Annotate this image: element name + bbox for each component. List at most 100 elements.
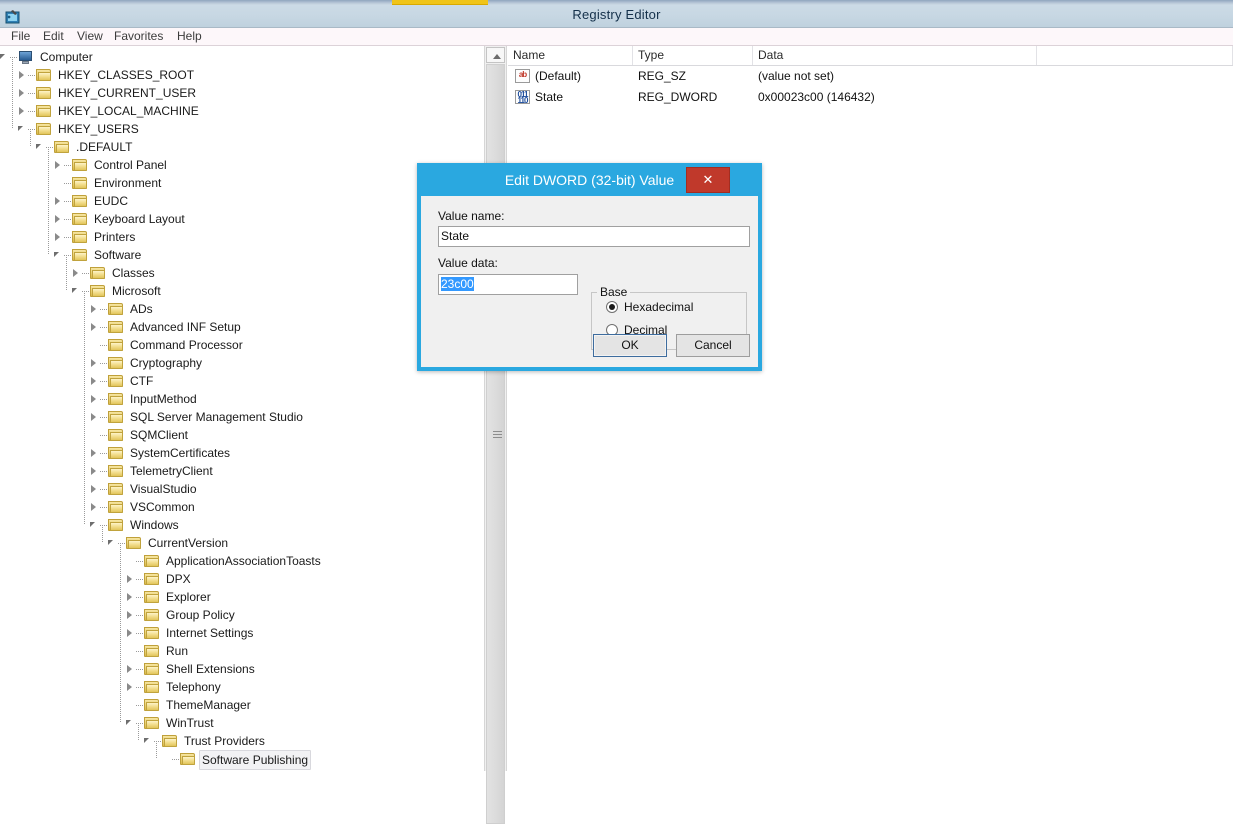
tree-connector — [100, 345, 107, 346]
chevron-right-icon[interactable] — [126, 570, 135, 588]
chevron-down-icon[interactable] — [18, 120, 27, 138]
cell-name: State — [535, 90, 564, 104]
menu-item-help[interactable]: Help — [172, 29, 207, 44]
tree-connector — [64, 183, 71, 184]
tree-vertical-scrollbar[interactable] — [484, 46, 507, 824]
column-header-blank[interactable] — [1037, 46, 1233, 65]
value-name-field[interactable]: State — [438, 226, 750, 247]
tree-item-label: EUDC — [94, 194, 129, 208]
chevron-right-icon[interactable] — [90, 444, 99, 462]
folder-icon — [108, 501, 123, 514]
chevron-right-icon[interactable] — [54, 228, 63, 246]
tree-item-label: Telephony — [166, 680, 221, 694]
tree-connector — [136, 669, 143, 670]
chevron-right-icon[interactable] — [90, 354, 99, 372]
value-name-label: Value name: — [438, 209, 505, 223]
menu-item-edit[interactable]: Edit — [38, 29, 69, 44]
menu-item-file[interactable]: File — [6, 29, 35, 44]
tree-item-label: DPX — [166, 572, 191, 586]
tree-item-label: SystemCertificates — [130, 446, 231, 460]
chevron-down-icon[interactable] — [36, 138, 45, 156]
chevron-down-icon[interactable] — [144, 732, 153, 750]
tree-item-label: CTF — [130, 374, 154, 388]
tree-guide-line — [120, 543, 121, 723]
tree-connector — [136, 687, 143, 688]
chevron-right-icon[interactable] — [18, 84, 27, 102]
chevron-down-icon[interactable] — [90, 516, 99, 534]
folder-icon — [72, 249, 87, 262]
folder-icon — [144, 699, 159, 712]
folder-icon — [72, 231, 87, 244]
chevron-right-icon[interactable] — [126, 624, 135, 642]
chevron-down-icon[interactable] — [0, 48, 9, 66]
value-data-field[interactable]: 23c00 — [438, 274, 578, 295]
chevron-right-icon[interactable] — [126, 588, 135, 606]
tree-connector — [136, 633, 143, 634]
table-row[interactable]: 011 110 State REG_DWORD 0x00023c00 (146432) — [508, 88, 1233, 107]
tree-connector — [136, 651, 143, 652]
tree-item-label: HKEY_USERS — [58, 122, 139, 136]
tree-connector — [28, 111, 35, 112]
window-title: Registry Editor — [572, 7, 661, 22]
chevron-right-icon[interactable] — [90, 372, 99, 390]
tree-connector — [82, 273, 89, 274]
table-row[interactable]: ab (Default) REG_SZ (value not set) — [508, 67, 1233, 86]
tree-connector — [136, 561, 143, 562]
chevron-right-icon[interactable] — [54, 210, 63, 228]
chevron-right-icon[interactable] — [54, 156, 63, 174]
tree-connector — [100, 453, 107, 454]
folder-icon — [144, 645, 159, 658]
tree-item-label: Keyboard Layout — [94, 212, 185, 226]
menu-item-favorites[interactable]: Favorites — [109, 29, 168, 44]
tree-item-label: Environment — [94, 176, 162, 190]
chevron-down-icon[interactable] — [72, 282, 81, 300]
chevron-right-icon[interactable] — [54, 192, 63, 210]
chevron-right-icon[interactable] — [90, 318, 99, 336]
folder-icon — [144, 591, 159, 604]
tree-connector — [172, 759, 179, 760]
column-header-type[interactable]: Type — [633, 46, 753, 65]
tree-item-label: ApplicationAssociationToasts — [166, 554, 321, 568]
chevron-right-icon[interactable] — [90, 480, 99, 498]
tree-item-label: ADs — [130, 302, 153, 316]
registry-tree-pane[interactable]: Computer HKEY_CLASSES_ROOT HKEY_CURRENT_US… — [0, 46, 482, 771]
chevron-right-icon[interactable] — [126, 678, 135, 696]
menu-item-view[interactable]: View — [72, 29, 108, 44]
chevron-right-icon[interactable] — [18, 66, 27, 84]
chevron-down-icon[interactable] — [54, 246, 63, 264]
ok-button[interactable]: OK — [593, 334, 667, 357]
tree-connector — [10, 57, 17, 58]
folder-icon — [90, 267, 105, 280]
tree-item-label: ThemeManager — [166, 698, 251, 712]
chevron-right-icon[interactable] — [90, 462, 99, 480]
chevron-right-icon[interactable] — [90, 498, 99, 516]
tree-item-label: CurrentVersion — [148, 536, 229, 550]
column-header-data[interactable]: Data — [753, 46, 1037, 65]
tree-item-label: Run — [166, 644, 189, 658]
folder-icon — [126, 537, 141, 550]
chevron-right-icon[interactable] — [90, 390, 99, 408]
chevron-down-icon[interactable] — [126, 714, 135, 732]
tree-item-label: Windows — [130, 518, 179, 532]
close-icon[interactable]: ✕ — [686, 167, 730, 193]
chevron-right-icon[interactable] — [72, 264, 81, 282]
cancel-button[interactable]: Cancel — [676, 334, 750, 357]
chevron-right-icon[interactable] — [90, 300, 99, 318]
chevron-right-icon[interactable] — [126, 606, 135, 624]
scroll-up-arrow-icon[interactable] — [486, 47, 505, 63]
tree-connector — [28, 75, 35, 76]
folder-icon — [162, 735, 177, 748]
column-header-name[interactable]: Name — [508, 46, 633, 65]
folder-icon — [108, 465, 123, 478]
radio-hexadecimal-icon[interactable] — [606, 301, 618, 313]
cell-data: 0x00023c00 (146432) — [758, 90, 875, 104]
cell-name: (Default) — [535, 69, 582, 83]
chevron-down-icon[interactable] — [108, 534, 117, 552]
registry-values-pane[interactable]: Name Type Data ab (Default) REG_SZ (value not… — [508, 46, 1233, 771]
chevron-right-icon[interactable] — [90, 408, 99, 426]
tree-connector — [100, 381, 107, 382]
chevron-right-icon[interactable] — [18, 102, 27, 120]
folder-icon — [108, 411, 123, 424]
folder-icon — [144, 609, 159, 622]
chevron-right-icon[interactable] — [126, 660, 135, 678]
